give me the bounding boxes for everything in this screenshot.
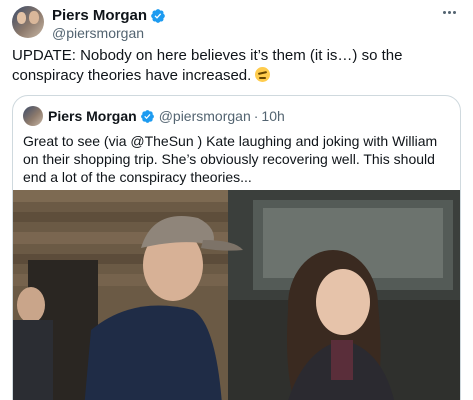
more-dot (452, 10, 456, 14)
tweet-text: UPDATE: Nobody on here believes it’s the… (12, 46, 462, 86)
quoted-tweet-header: Piers Morgan @piersmorgan · 10h (23, 106, 285, 126)
verified-badge-icon (140, 109, 154, 123)
author-avatar[interactable] (12, 6, 44, 38)
quoted-separator: · (253, 108, 259, 124)
more-dot (442, 10, 446, 14)
verified-badge-icon (151, 9, 165, 23)
tweet-text-content: UPDATE: Nobody on here believes it’s the… (12, 47, 403, 84)
more-options-icon[interactable] (439, 5, 459, 19)
author-display-name[interactable]: Piers Morgan (52, 7, 147, 25)
author-name-row: Piers Morgan (52, 7, 166, 25)
quoted-author-display-name: Piers Morgan (48, 108, 137, 124)
quoted-author-avatar (23, 106, 43, 126)
photo-scene (13, 190, 460, 400)
more-dot (447, 10, 451, 14)
quoted-timestamp[interactable]: 10h (261, 108, 284, 124)
quoted-tweet-text: Great to see (via @TheSun ) Kate laughin… (23, 133, 438, 185)
tweet[interactable]: Piers Morgan @piersmorgan UPDATE: Nobody… (0, 0, 473, 400)
quoted-tweet[interactable]: Piers Morgan @piersmorgan · 10h Great to… (12, 95, 461, 400)
quoted-author-handle: @piersmorgan (158, 108, 251, 124)
face-with-rolling-eyes-icon (255, 67, 271, 82)
author-handle[interactable]: @piersmorgan (52, 25, 144, 41)
quoted-tweet-photo[interactable] (13, 190, 460, 400)
